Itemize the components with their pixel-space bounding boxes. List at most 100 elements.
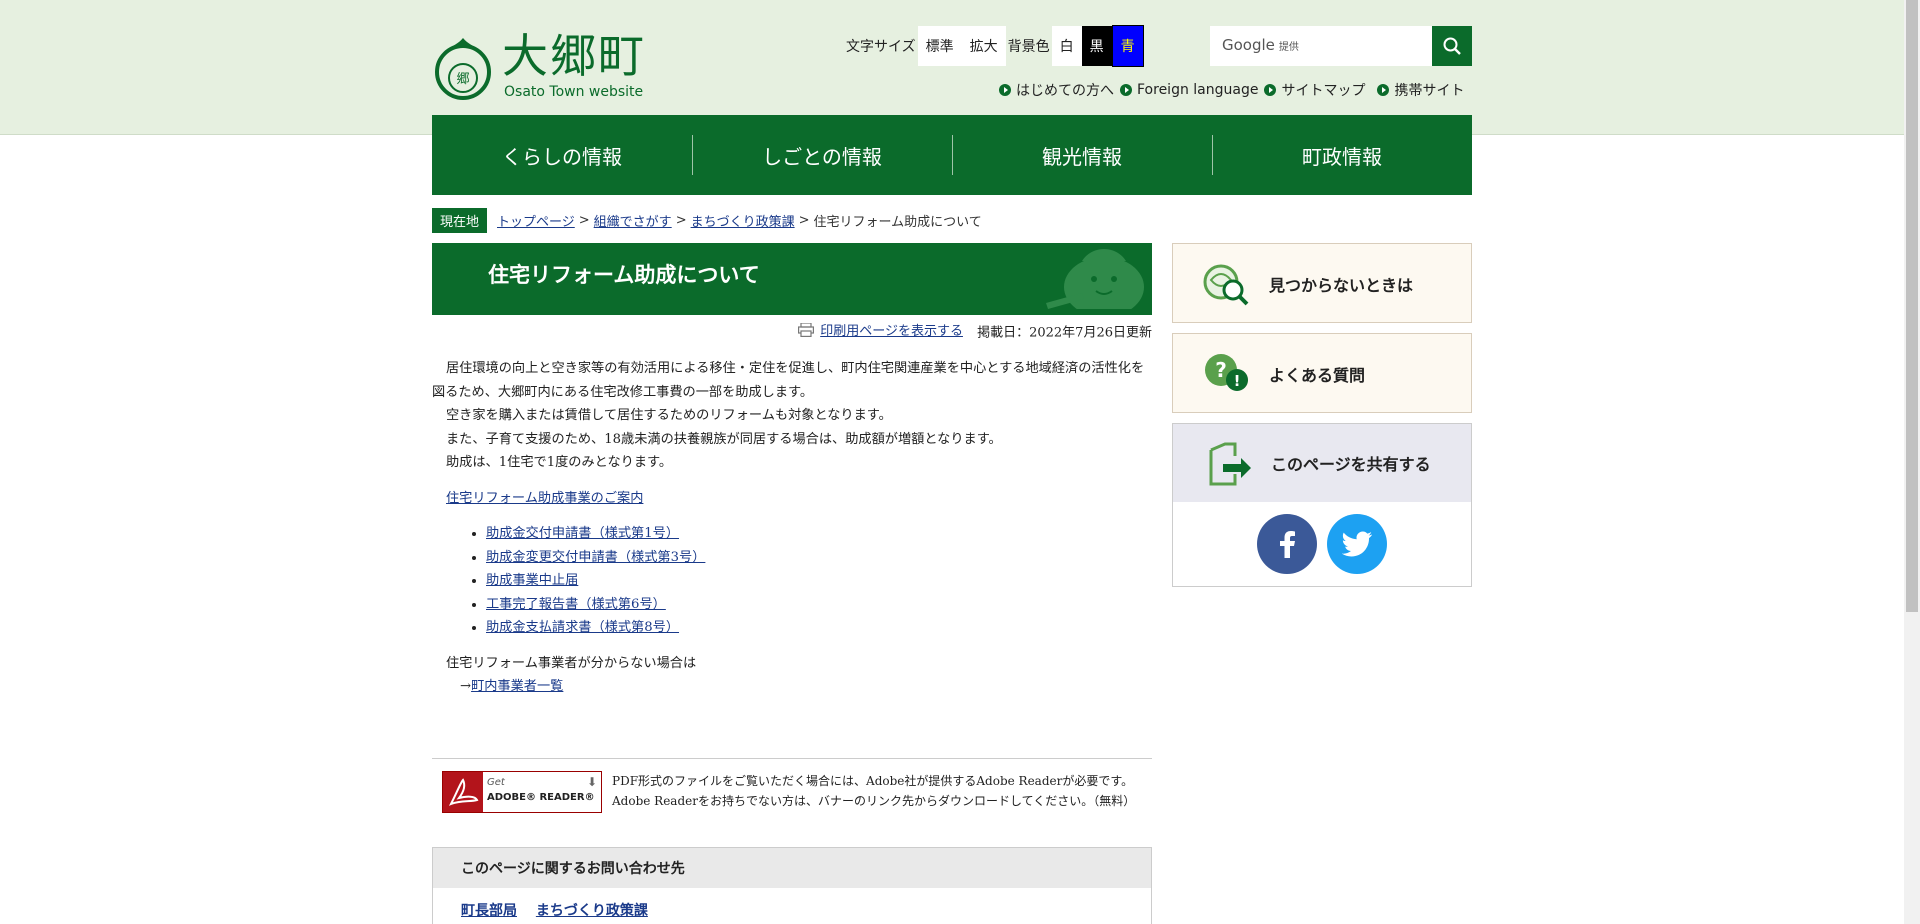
nav-item-living[interactable]: くらしの情報 (432, 115, 692, 195)
share-label: このページを共有する (1271, 455, 1431, 474)
form-list: 助成金交付申請書（様式第1号） 助成金変更交付申請書（様式第3号） 助成事業中止… (432, 522, 1152, 640)
breadcrumb-separator: > (675, 213, 687, 228)
font-standard-button[interactable]: 標準 (917, 26, 962, 66)
list-item: 助成金支払請求書（様式第8号） (486, 616, 1152, 640)
bg-white-button[interactable]: 白 (1051, 26, 1082, 66)
link-sitemap[interactable]: サイトマップ (1264, 80, 1365, 100)
dept-mayor-link[interactable]: 町長部局 (461, 903, 517, 919)
bg-blue-button[interactable]: 青 (1111, 25, 1144, 67)
logo-subtext: Osato Town website (504, 84, 644, 100)
svg-text:?: ? (1215, 358, 1227, 382)
question-icon: ? ! (1205, 354, 1248, 391)
search-input[interactable]: Google 提供 (1222, 36, 1299, 54)
twitter-share-button[interactable] (1327, 514, 1387, 574)
faq-button[interactable]: ? ! よくある質問 (1172, 333, 1472, 413)
form-link[interactable]: 助成事業中止届 (486, 573, 578, 588)
page-container: 郷 大郷町 Osato Town website 文字サイズ 標準 拡大 背景色… (432, 0, 1472, 924)
magnifier-icon (1203, 264, 1249, 306)
faq-label: よくある質問 (1269, 366, 1366, 385)
download-arrow-icon: ⬇ (586, 775, 597, 789)
not-found-label: 見つからないときは (1269, 276, 1414, 295)
svg-text:!: ! (1234, 372, 1241, 390)
share-header: このページを共有する (1173, 424, 1471, 502)
nav-item-government[interactable]: 町政情報 (1212, 115, 1472, 195)
adobe-logo-icon (443, 772, 483, 812)
nav-item-work[interactable]: しごとの情報 (692, 115, 952, 195)
global-nav: くらしの情報 しごとの情報 観光情報 町政情報 (432, 115, 1472, 195)
paragraph: 助成は、1住宅で1度のみとなります。 (446, 455, 673, 470)
arrow-circle-icon (1377, 84, 1390, 96)
font-large-button[interactable]: 拡大 (961, 26, 1006, 66)
adobe-notice-text: PDF形式のファイルをご覧いただく場合には、Adobe社が提供するAdobe R… (612, 774, 1136, 808)
page-scrollbar[interactable] (1904, 0, 1920, 924)
page-title: 住宅リフォーム助成について (488, 263, 760, 287)
contact-heading: このページに関するお問い合わせ先 (433, 848, 1151, 888)
search-provider: 提供 (1278, 42, 1299, 53)
bg-black-button[interactable]: 黒 (1081, 26, 1112, 66)
arrow-circle-icon (1264, 84, 1277, 96)
site-logo[interactable]: 郷 大郷町 Osato Town website (432, 28, 662, 104)
arrow-circle-icon (1120, 84, 1132, 96)
form-link[interactable]: 助成金交付申請書（様式第1号） (486, 526, 679, 541)
link-first-visit[interactable]: はじめての方へ (999, 80, 1114, 100)
guide-link[interactable]: 住宅リフォーム助成事業のご案内 (446, 491, 643, 506)
contact-box: このページに関するお問い合わせ先 町長部局 まちづくり政策課 (432, 847, 1152, 924)
breadcrumb: 現在地 トップページ > 組織でさがす > まちづくり政策課 > 住宅リフォーム… (432, 208, 982, 233)
company-list-link[interactable]: 町内事業者一覧 (471, 679, 563, 694)
contact-department: 町長部局 まちづくり政策課 (461, 900, 662, 920)
form-link[interactable]: 助成金支払請求書（様式第8号） (486, 620, 679, 635)
list-item: 工事完了報告書（様式第6号） (486, 593, 1152, 617)
arrow-circle-icon (999, 84, 1011, 96)
list-item: 助成金変更交付申請書（様式第3号） (486, 546, 1152, 570)
not-found-button[interactable]: 見つからないときは (1172, 243, 1472, 323)
page-body: 居住環境の向上と空き家等の有効活用による移住・定住を促進し、町内住宅関連産業を中… (432, 357, 1152, 699)
print-link[interactable]: 印刷用ページを表示する (798, 320, 963, 339)
company-note: 住宅リフォーム事業者が分からない場合は (446, 655, 697, 671)
paragraph: また、子育て支援のため、18歳未満の扶養親族が同居する場合は、助成額が増額となり… (446, 431, 1002, 447)
adobe-get-text: Get (487, 777, 505, 788)
print-link-text[interactable]: 印刷用ページを表示する (820, 320, 963, 339)
breadcrumb-label: 現在地 (432, 208, 488, 233)
share-box: このページを共有する (1172, 423, 1472, 587)
breadcrumb-separator: > (798, 213, 810, 228)
font-size-label: 文字サイズ (846, 39, 916, 55)
header-links: はじめての方へ Foreign language サイトマップ 携帯サイト (999, 80, 1464, 100)
breadcrumb-department[interactable]: まちづくり政策課 (691, 211, 795, 230)
town-emblem-icon: 郷 (435, 38, 491, 100)
svg-text:郷: 郷 (456, 72, 469, 87)
breadcrumb-organization[interactable]: 組織でさがす (594, 211, 672, 230)
share-buttons (1173, 502, 1471, 586)
form-link[interactable]: 助成金変更交付申請書（様式第3号） (486, 550, 705, 565)
bg-color-label: 背景色 (1007, 39, 1050, 55)
site-search: Google 提供 (1210, 26, 1472, 66)
link-foreign-language[interactable]: Foreign language (1120, 80, 1258, 100)
scrollbar-thumb[interactable] (1906, 0, 1918, 612)
nav-item-tourism[interactable]: 観光情報 (952, 115, 1212, 195)
list-item: 助成金交付申請書（様式第1号） (486, 522, 1152, 546)
search-placeholder: Google (1222, 36, 1275, 54)
link-mobile-site[interactable]: 携帯サイト (1377, 80, 1464, 100)
share-icon (1209, 442, 1251, 486)
accessibility-tools: 文字サイズ 標準 拡大 背景色 白 黒 青 (844, 25, 1144, 67)
breadcrumb-current: 住宅リフォーム助成について (813, 215, 982, 230)
list-item: 助成事業中止届 (486, 569, 1152, 593)
page-meta: 印刷用ページを表示する 掲載日：2022年7月26日更新 (432, 320, 1152, 341)
facebook-share-button[interactable] (1257, 514, 1317, 574)
logo-text: 大郷町 (502, 29, 646, 83)
mascot-icon (1046, 249, 1144, 309)
printer-icon (798, 322, 815, 337)
adobe-reader-banner[interactable]: Get ADOBE® READER® ⬇ (442, 771, 602, 813)
search-button[interactable] (1432, 26, 1472, 66)
breadcrumb-top[interactable]: トップページ (497, 211, 575, 230)
dept-planning-link[interactable]: まちづくり政策課 (536, 903, 648, 919)
adobe-name-text: ADOBE® READER® (487, 792, 595, 803)
form-link[interactable]: 工事完了報告書（様式第6号） (486, 597, 666, 612)
page-title-bar: 住宅リフォーム助成について (432, 243, 1152, 315)
paragraph: 空き家を購入または賃借して居住するためのリフォームも対象となります。 (446, 408, 892, 423)
paragraph: 居住環境の向上と空き家等の有効活用による移住・定住を促進し、町内住宅関連産業を中… (432, 361, 1145, 400)
arrow-glyph: → (460, 679, 472, 694)
twitter-icon (1342, 531, 1372, 557)
posted-date: 掲載日：2022年7月26日更新 (977, 325, 1152, 341)
facebook-icon (1280, 531, 1295, 558)
breadcrumb-separator: > (578, 213, 590, 228)
